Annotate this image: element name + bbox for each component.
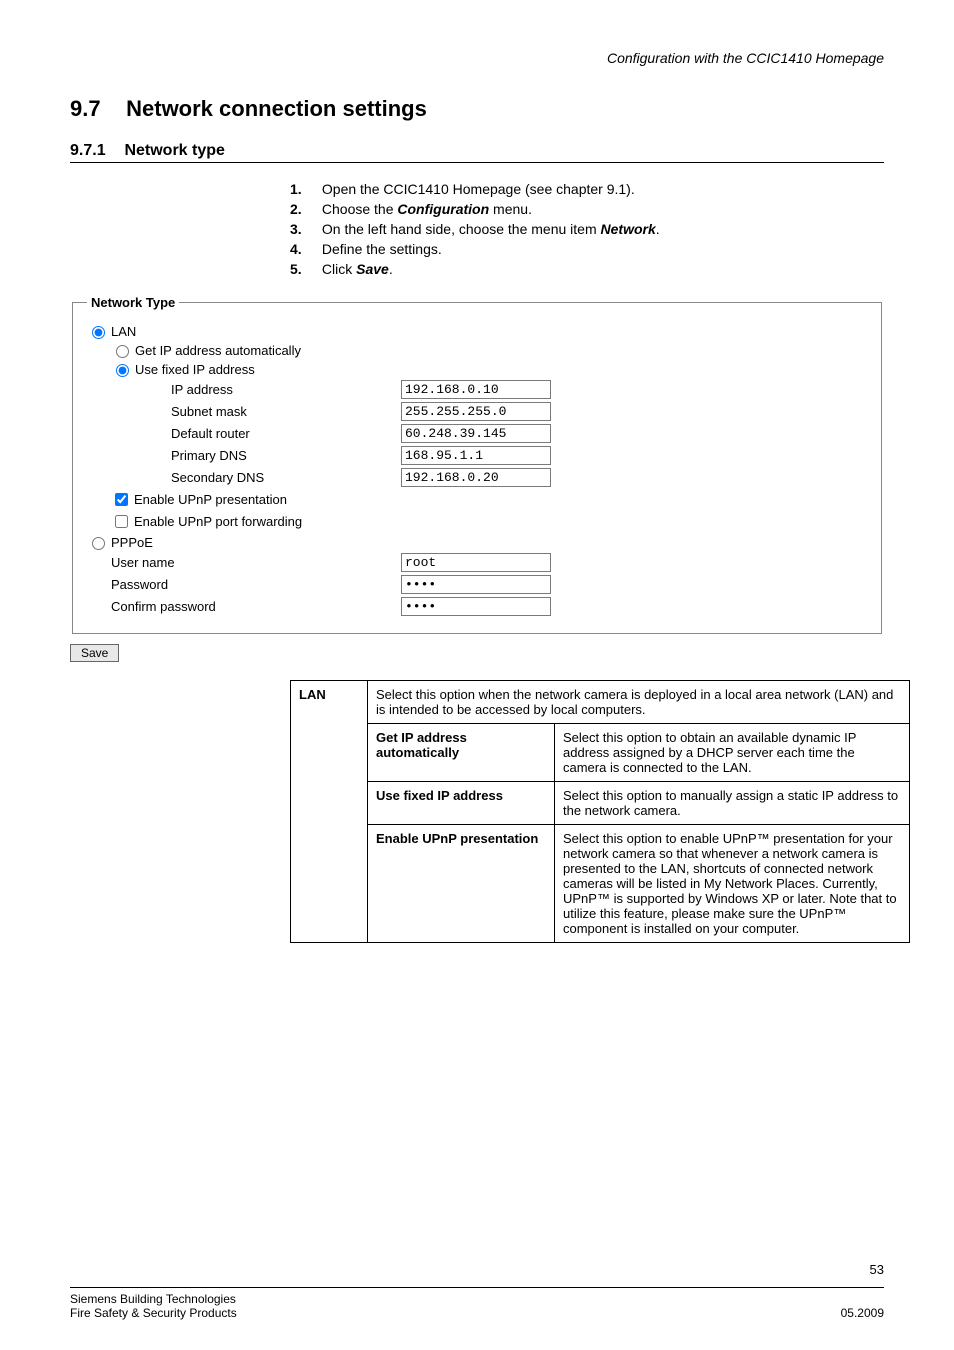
step-num: 4. (290, 241, 318, 257)
network-type-legend: Network Type (87, 295, 179, 310)
primary-dns-label: Primary DNS (171, 448, 401, 463)
lan-radio[interactable] (92, 326, 105, 339)
step-text: Click Save. (322, 261, 393, 277)
doc-header: Configuration with the CCIC1410 Homepage (70, 50, 884, 66)
step-4: 4. Define the settings. (290, 241, 884, 257)
description-table: LAN Select this option when the network … (290, 680, 910, 943)
upnp-presentation-row[interactable]: Enable UPnP presentation (87, 490, 867, 509)
lan-radio-row[interactable]: LAN (87, 323, 867, 339)
username-input[interactable] (401, 553, 551, 572)
secondary-dns-label: Secondary DNS (171, 470, 401, 485)
step-1: 1. Open the CCIC1410 Homepage (see chapt… (290, 181, 884, 197)
subnet-label: Subnet mask (171, 404, 401, 419)
step-text: On the left hand side, choose the menu i… (322, 221, 660, 237)
secondary-dns-input[interactable] (401, 468, 551, 487)
footer-date: 05.2009 (841, 1306, 884, 1320)
username-row: User name (87, 553, 867, 572)
primary-dns-input[interactable] (401, 446, 551, 465)
pppoe-label: PPPoE (111, 535, 153, 550)
subsection-heading: 9.7.1 Network type (70, 142, 884, 160)
page-number: 53 (70, 1262, 884, 1277)
password-row: Password (87, 575, 867, 594)
ip-address-label: IP address (171, 382, 401, 397)
confirm-password-label: Confirm password (111, 599, 401, 614)
subnet-row: Subnet mask (87, 402, 867, 421)
secondary-dns-row: Secondary DNS (87, 468, 867, 487)
lan-desc-cell: Select this option when the network came… (368, 681, 910, 724)
confirm-password-row: Confirm password (87, 597, 867, 616)
step-3: 3. On the left hand side, choose the men… (290, 221, 884, 237)
step-num: 5. (290, 261, 318, 277)
upnp-portforward-row[interactable]: Enable UPnP port forwarding (87, 512, 867, 531)
password-label: Password (111, 577, 401, 592)
footer-org1: Siemens Building Technologies (70, 1292, 237, 1306)
subsection-title: Network type (124, 142, 224, 159)
table-row: Get IP address automatically Select this… (291, 724, 910, 782)
get-ip-auto-radio[interactable] (116, 345, 129, 358)
pppoe-radio[interactable] (92, 537, 105, 550)
step-text: Choose the Configuration menu. (322, 201, 532, 217)
upnp-portforward-checkbox[interactable] (115, 515, 128, 528)
use-fixed-ip-row[interactable]: Use fixed IP address (87, 361, 867, 377)
upnp-presentation-checkbox[interactable] (115, 493, 128, 506)
save-button[interactable]: Save (70, 644, 119, 662)
table-row: Enable UPnP presentation Select this opt… (291, 825, 910, 943)
table-row: Use fixed IP address Select this option … (291, 782, 910, 825)
table-row: LAN Select this option when the network … (291, 681, 910, 724)
footer-org2: Fire Safety & Security Products (70, 1306, 237, 1320)
divider (70, 162, 884, 163)
password-input[interactable] (401, 575, 551, 594)
network-type-fieldset: Network Type LAN Get IP address automati… (72, 295, 882, 634)
ip-address-input[interactable] (401, 380, 551, 399)
lan-cell: LAN (291, 681, 368, 943)
section-title: Network connection settings (126, 96, 427, 121)
step-text: Define the settings. (322, 241, 442, 257)
page-footer: 53 Siemens Building Technologies Fire Sa… (70, 1262, 884, 1320)
get-ip-key-cell: Get IP address automatically (368, 724, 555, 782)
upnp-portforward-label: Enable UPnP port forwarding (134, 514, 302, 529)
step-num: 1. (290, 181, 318, 197)
section-number: 9.7 (70, 96, 120, 122)
step-num: 2. (290, 201, 318, 217)
fixed-ip-key-cell: Use fixed IP address (368, 782, 555, 825)
primary-dns-row: Primary DNS (87, 446, 867, 465)
fixed-ip-desc-cell: Select this option to manually assign a … (555, 782, 910, 825)
footer-divider (70, 1287, 884, 1288)
upnp-desc-cell: Select this option to enable UPnP™ prese… (555, 825, 910, 943)
step-2: 2. Choose the Configuration menu. (290, 201, 884, 217)
upnp-key-cell: Enable UPnP presentation (368, 825, 555, 943)
pppoe-radio-row[interactable]: PPPoE (87, 534, 867, 550)
ip-address-row: IP address (87, 380, 867, 399)
steps-list: 1. Open the CCIC1410 Homepage (see chapt… (290, 181, 884, 277)
get-ip-auto-label: Get IP address automatically (135, 343, 301, 358)
use-fixed-ip-label: Use fixed IP address (135, 362, 255, 377)
lan-label: LAN (111, 324, 136, 339)
section-heading: 9.7 Network connection settings (70, 96, 884, 122)
step-5: 5. Click Save. (290, 261, 884, 277)
upnp-presentation-label: Enable UPnP presentation (134, 492, 287, 507)
username-label: User name (111, 555, 401, 570)
get-ip-auto-row[interactable]: Get IP address automatically (87, 342, 867, 358)
subnet-input[interactable] (401, 402, 551, 421)
router-input[interactable] (401, 424, 551, 443)
subsection-number: 9.7.1 (70, 142, 120, 160)
step-num: 3. (290, 221, 318, 237)
use-fixed-ip-radio[interactable] (116, 364, 129, 377)
router-label: Default router (171, 426, 401, 441)
get-ip-desc-cell: Select this option to obtain an availabl… (555, 724, 910, 782)
step-text: Open the CCIC1410 Homepage (see chapter … (322, 181, 635, 197)
router-row: Default router (87, 424, 867, 443)
confirm-password-input[interactable] (401, 597, 551, 616)
